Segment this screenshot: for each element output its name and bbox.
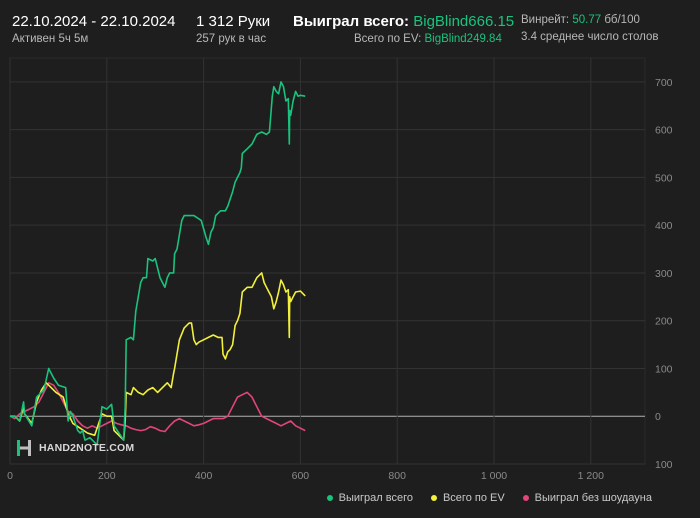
- legend-item-nosd[interactable]: Выиграл без шоудауна: [522, 492, 652, 504]
- plot-area: [9, 57, 646, 465]
- x-tick-label: 1 000: [481, 470, 507, 482]
- y-tick-label: 300: [655, 268, 673, 280]
- y-tick-label: 700: [655, 77, 673, 89]
- x-tick-label: 600: [292, 470, 310, 482]
- y-tick-label: 400: [655, 220, 673, 232]
- legend-dot-ev: [430, 495, 437, 501]
- x-tick-label: 0: [7, 470, 13, 482]
- x-axis-ticks: 0 200 400 600 800 1 000 1 200: [7, 470, 604, 482]
- y-tick-label: 100: [655, 459, 673, 471]
- y-axis-ticks: 700 600 500 400 300 200 100 0 100: [655, 77, 673, 471]
- y-tick-label: 500: [655, 172, 673, 184]
- y-tick-label: 200: [655, 316, 673, 328]
- legend-label-ev: Всего по EV: [442, 492, 505, 504]
- y-tick-label: 100: [655, 363, 673, 375]
- x-tick-label: 1 200: [578, 470, 604, 482]
- x-tick-label: 800: [388, 470, 406, 482]
- legend-dot-won: [326, 495, 333, 501]
- legend-label-nosd: Выиграл без шоудауна: [534, 492, 652, 504]
- legend-item-ev[interactable]: Всего по EV: [430, 492, 505, 504]
- y-tick-label: 600: [655, 125, 673, 137]
- hand2note-logo-icon: [17, 440, 31, 456]
- grid: [9, 57, 646, 465]
- legend-dot-nosd: [522, 495, 529, 501]
- x-tick-label: 400: [195, 470, 213, 482]
- y-tick-label: 0: [655, 411, 661, 423]
- chart-legend: Выиграл всего Всего по EV Выиграл без шо…: [326, 492, 652, 504]
- legend-label-won: Выиграл всего: [338, 492, 413, 504]
- x-tick-label: 200: [98, 470, 116, 482]
- legend-item-won[interactable]: Выиграл всего: [326, 492, 413, 504]
- series-lines: [9, 81, 306, 446]
- logo-text: HAND2NOTE.COM: [39, 442, 135, 454]
- hand2note-logo: HAND2NOTE.COM: [15, 438, 134, 458]
